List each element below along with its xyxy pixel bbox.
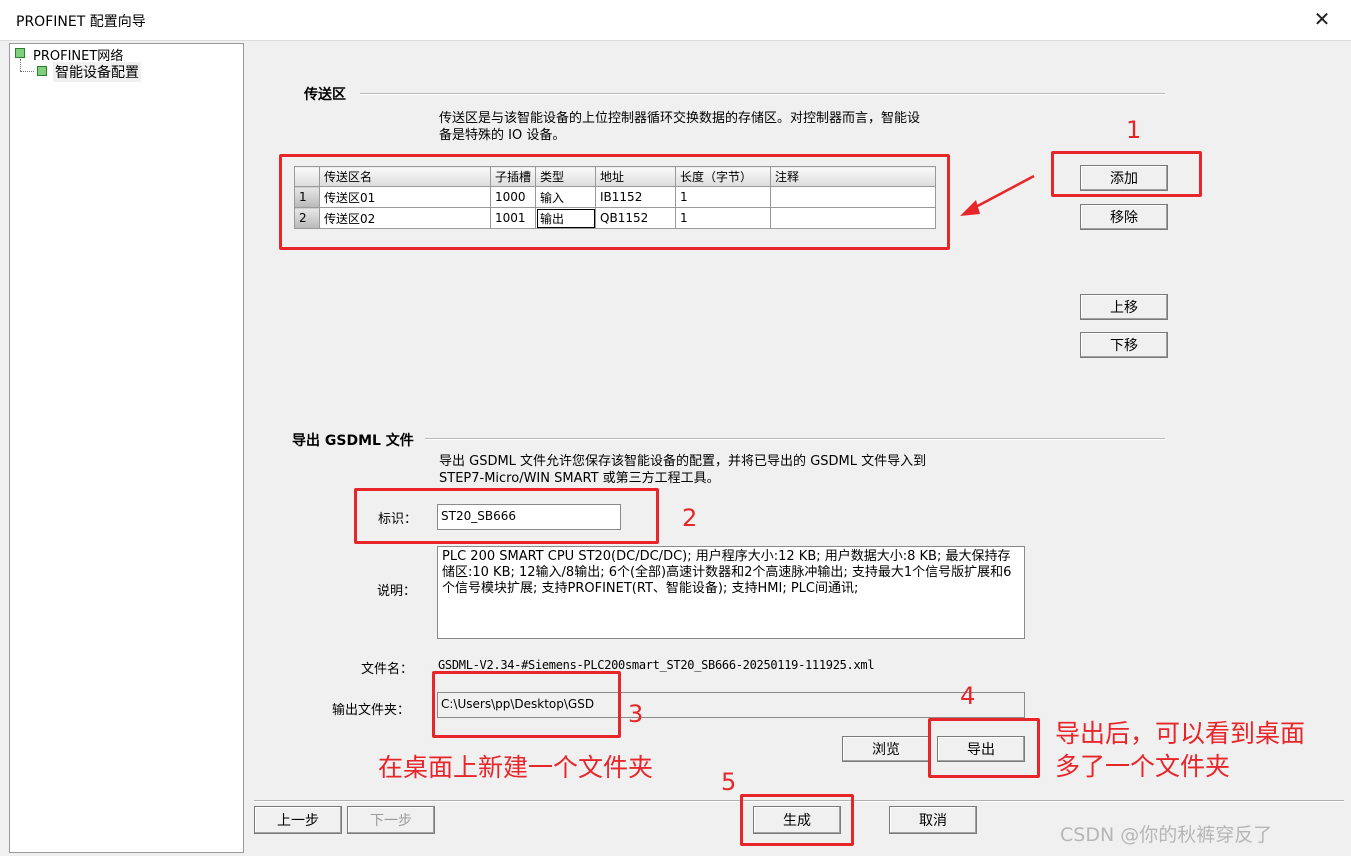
step-number-4: 4: [960, 682, 976, 710]
description-label: 说明：: [377, 584, 417, 599]
generate-highlight-box: [740, 794, 854, 846]
filename-value: GSDML-V2.34-#Siemens-PLC200smart_ST20_SB…: [438, 658, 875, 672]
previous-button[interactable]: 上一步: [254, 806, 342, 834]
export-highlight-box: [928, 718, 1040, 778]
move-up-button[interactable]: 上移: [1080, 294, 1168, 320]
output-folder-label: 输出文件夹：: [332, 703, 411, 718]
tree-connector: [20, 71, 34, 72]
export-section-title: 导出 GSDML 文件: [292, 433, 414, 449]
add-highlight-box: [1051, 151, 1202, 197]
remove-button[interactable]: 移除: [1080, 204, 1168, 230]
transfer-description-line1: 传送区是与该智能设备的上位控制器循环交换数据的存储区。对控制器而言，智能设: [439, 111, 921, 126]
watermark: CSDN @你的秋裤穿反了: [1060, 824, 1273, 846]
section-divider: [425, 438, 1165, 440]
next-button[interactable]: 下一步: [347, 806, 435, 834]
section-divider: [360, 93, 1165, 95]
arrow-icon: [960, 174, 1035, 216]
step-number-2: 2: [682, 504, 698, 532]
device-node-icon: [37, 66, 47, 76]
note-new-folder: 在桌面上新建一个文件夹: [378, 753, 654, 782]
filename-label: 文件名：: [361, 662, 414, 677]
table-highlight-box: [279, 154, 950, 250]
network-node-icon: [15, 48, 25, 58]
export-description-line1: 导出 GSDML 文件允许您保存该智能设备的配置，并将已导出的 GSDML 文件…: [439, 454, 927, 469]
tree-connector: [20, 59, 21, 71]
close-icon[interactable]: ✕: [1310, 6, 1334, 32]
navigation-tree: [9, 43, 244, 853]
step-number-1: 1: [1126, 116, 1142, 144]
step-number-3: 3: [628, 700, 644, 728]
id-highlight-box: [354, 488, 659, 544]
folder-highlight-box: [432, 671, 621, 738]
browse-button[interactable]: 浏览: [842, 736, 930, 762]
step-number-5: 5: [721, 768, 737, 796]
note-export-line1: 导出后，可以看到桌面: [1055, 719, 1306, 748]
transfer-section-title: 传送区: [304, 87, 346, 103]
tree-item-smart-device-config[interactable]: 智能设备配置: [53, 62, 141, 82]
title-bar: [0, 0, 1351, 41]
export-description-line2: STEP7-Micro/WIN SMART 或第三方工程工具。: [439, 471, 720, 486]
move-down-button[interactable]: 下移: [1080, 332, 1168, 358]
description-textarea[interactable]: PLC 200 SMART CPU ST20(DC/DC/DC); 用户程序大小…: [437, 546, 1025, 639]
window-title: PROFINET 配置向导: [16, 14, 146, 30]
transfer-description-line2: 备是特殊的 IO 设备。: [439, 128, 566, 143]
note-export-line2: 多了一个文件夹: [1055, 752, 1231, 781]
cancel-button[interactable]: 取消: [889, 806, 977, 834]
